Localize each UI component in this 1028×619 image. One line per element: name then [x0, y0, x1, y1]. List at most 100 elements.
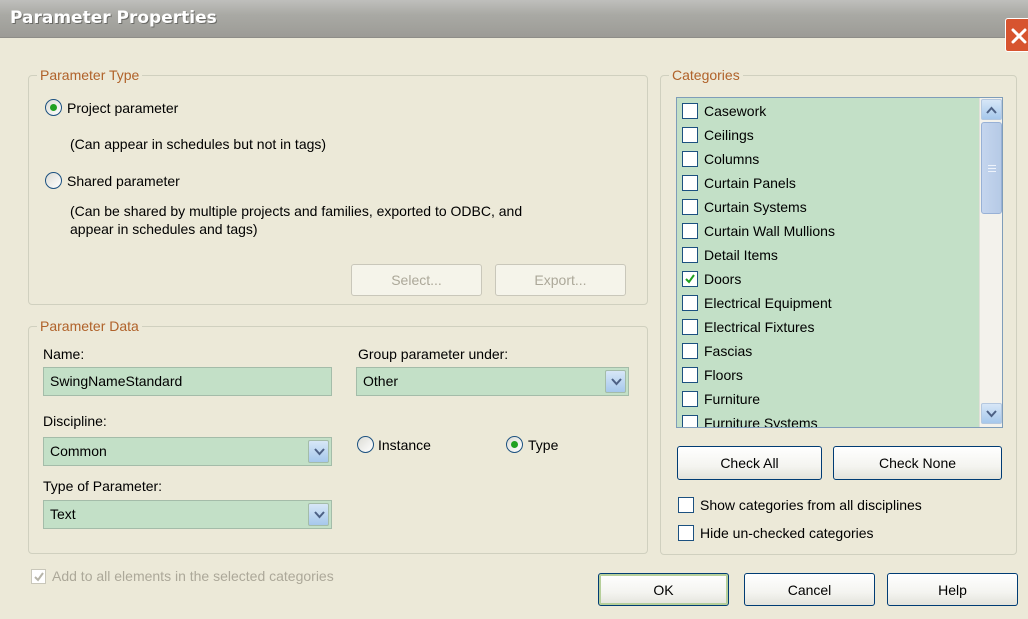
category-checkbox[interactable]	[682, 127, 698, 143]
type-of-parameter-dropdown[interactable]: Text	[43, 500, 332, 529]
project-parameter-radio[interactable]	[45, 99, 62, 116]
category-checkbox[interactable]	[682, 247, 698, 263]
category-label: Columns	[704, 151, 760, 167]
cancel-button[interactable]: Cancel	[744, 573, 875, 606]
category-checkbox[interactable]	[682, 367, 698, 383]
category-item[interactable]: Curtain Wall Mullions	[681, 220, 971, 242]
select-button[interactable]: Select...	[351, 264, 482, 296]
discipline-dropdown-arrow[interactable]	[308, 440, 329, 463]
shared-parameter-description-line1: (Can be shared by multiple projects and …	[70, 203, 523, 219]
category-item[interactable]: Curtain Panels	[681, 172, 971, 194]
category-item[interactable]: Detail Items	[681, 244, 971, 266]
category-label: Curtain Systems	[704, 199, 807, 215]
group-parameter-dropdown[interactable]: Other	[356, 367, 629, 396]
category-label: Doors	[704, 271, 742, 287]
project-parameter-description: (Can appear in schedules but not in tags…	[70, 136, 327, 152]
category-checkbox[interactable]	[682, 199, 698, 215]
check-all-button[interactable]: Check All	[677, 446, 822, 480]
chevron-down-icon	[314, 448, 325, 456]
instance-label[interactable]: Instance	[378, 436, 431, 454]
close-icon	[1011, 28, 1027, 44]
category-label: Ceilings	[704, 127, 754, 143]
category-checkbox[interactable]	[682, 391, 698, 407]
type-of-parameter-value: Text	[50, 506, 76, 522]
category-item[interactable]: Electrical Equipment	[681, 292, 971, 314]
category-checkbox[interactable]	[682, 415, 698, 427]
category-label: Furniture Systems	[704, 415, 818, 428]
close-button[interactable]	[1005, 18, 1028, 52]
category-checkbox[interactable]	[682, 223, 698, 239]
parameter-properties-dialog: Parameter Properties Parameter Type Proj…	[0, 0, 1028, 619]
type-of-parameter-label: Type of Parameter:	[43, 478, 163, 494]
category-checkbox[interactable]	[682, 343, 698, 359]
group-parameter-label: Group parameter under:	[358, 346, 509, 362]
scroll-up-button[interactable]	[981, 99, 1002, 120]
name-field[interactable]: SwingNameStandard	[43, 367, 332, 396]
category-item[interactable]: Furniture	[681, 388, 971, 410]
shared-parameter-description-line2: appear in schedules and tags)	[70, 221, 258, 237]
category-label: Casework	[704, 103, 767, 119]
instance-radio[interactable]	[357, 436, 374, 453]
parameter-data-legend: Parameter Data	[37, 318, 142, 334]
category-label: Curtain Wall Mullions	[704, 223, 835, 239]
shared-parameter-label[interactable]: Shared parameter	[67, 172, 180, 190]
chevron-down-icon	[611, 378, 622, 386]
parameter-type-legend: Parameter Type	[37, 67, 143, 83]
categories-scrollbar[interactable]	[979, 98, 1002, 427]
category-item[interactable]: Floors	[681, 364, 971, 386]
category-item[interactable]: Curtain Systems	[681, 196, 971, 218]
category-label: Curtain Panels	[704, 175, 796, 191]
window-title: Parameter Properties	[10, 8, 217, 28]
scroll-down-button[interactable]	[981, 403, 1002, 424]
type-radio[interactable]	[506, 436, 523, 453]
shared-parameter-radio[interactable]	[45, 172, 62, 189]
category-item[interactable]: Columns	[681, 148, 971, 170]
category-checkbox[interactable]	[682, 271, 698, 287]
title-bar: Parameter Properties	[0, 0, 1028, 52]
chevron-down-icon	[986, 410, 997, 418]
add-to-all-checkbox[interactable]	[31, 569, 46, 584]
category-label: Detail Items	[704, 247, 778, 263]
category-checkbox[interactable]	[682, 103, 698, 119]
add-to-all-label: Add to all elements in the selected cate…	[52, 568, 334, 584]
name-field-value: SwingNameStandard	[50, 373, 183, 389]
category-item[interactable]: Casework	[681, 100, 971, 122]
category-label: Fascias	[704, 343, 753, 359]
categories-legend: Categories	[669, 67, 743, 83]
chevron-up-icon	[986, 106, 997, 114]
hide-unchecked-checkbox[interactable]	[678, 525, 694, 541]
chevron-down-icon	[314, 511, 325, 519]
category-checkbox[interactable]	[682, 175, 698, 191]
discipline-label: Discipline:	[43, 413, 107, 429]
export-button[interactable]: Export...	[495, 264, 626, 296]
discipline-value: Common	[50, 443, 107, 459]
group-parameter-value: Other	[363, 373, 399, 389]
category-item[interactable]: Fascias	[681, 340, 971, 362]
ok-button[interactable]: OK	[598, 573, 729, 606]
category-label: Floors	[704, 367, 743, 383]
category-label: Electrical Equipment	[704, 295, 832, 311]
category-checkbox[interactable]	[682, 151, 698, 167]
category-label: Electrical Fixtures	[704, 319, 815, 335]
category-item[interactable]: Furniture Systems	[681, 412, 971, 428]
type-label[interactable]: Type	[528, 436, 558, 454]
category-item[interactable]: Electrical Fixtures	[681, 316, 971, 338]
categories-list[interactable]: Casework Ceilings Columns Curtain Panels Cur…	[676, 97, 1003, 428]
group-dropdown-arrow[interactable]	[605, 370, 626, 393]
hide-unchecked-label[interactable]: Hide un-checked categories	[700, 524, 874, 542]
check-icon	[685, 274, 695, 284]
category-item[interactable]: Ceilings	[681, 124, 971, 146]
show-all-disciplines-checkbox[interactable]	[678, 497, 694, 513]
help-button[interactable]: Help	[887, 573, 1018, 606]
category-checkbox[interactable]	[682, 319, 698, 335]
check-icon	[34, 572, 44, 582]
project-parameter-label[interactable]: Project parameter	[67, 99, 178, 117]
scroll-thumb[interactable]	[981, 122, 1002, 214]
check-none-button[interactable]: Check None	[833, 446, 1002, 480]
discipline-dropdown[interactable]: Common	[43, 437, 332, 466]
show-all-disciplines-label[interactable]: Show categories from all disciplines	[700, 496, 922, 514]
category-checkbox[interactable]	[682, 295, 698, 311]
type-dropdown-arrow[interactable]	[308, 503, 329, 526]
category-label: Furniture	[704, 391, 761, 407]
category-item[interactable]: Doors	[681, 268, 971, 290]
